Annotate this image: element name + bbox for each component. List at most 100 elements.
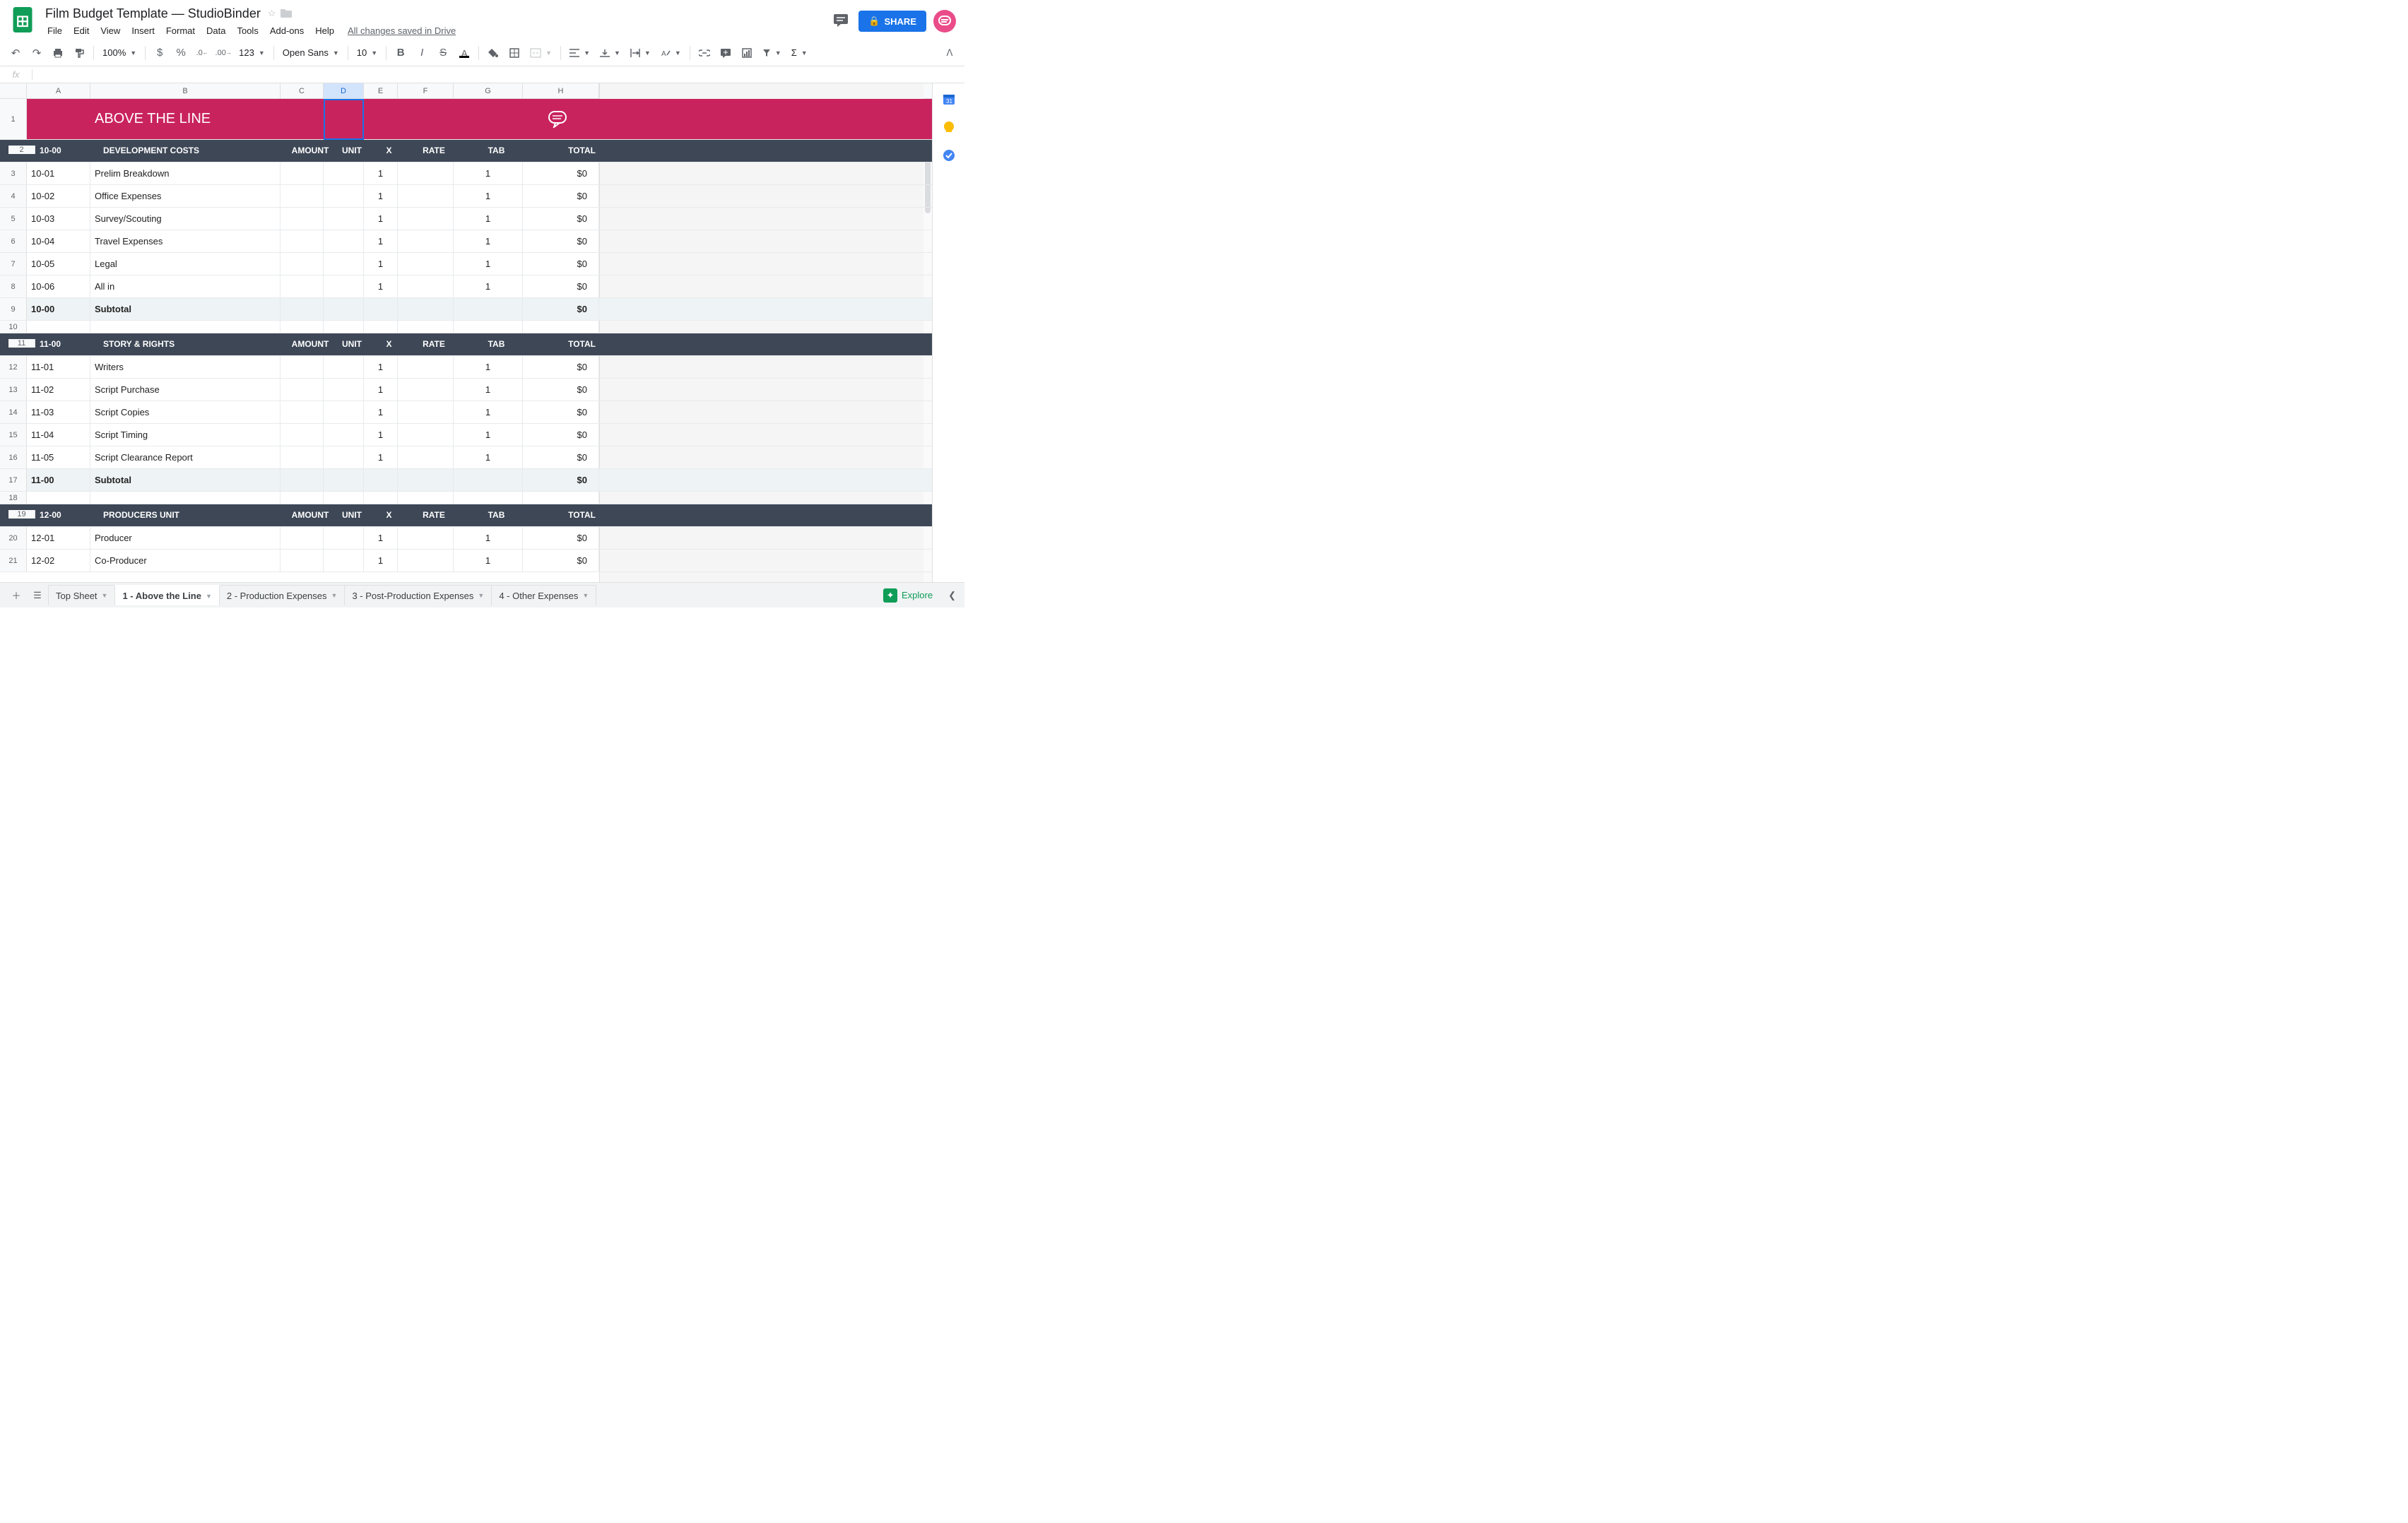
row-header-13[interactable]: 13 xyxy=(0,379,27,401)
cell[interactable]: TAB xyxy=(462,146,531,155)
cell[interactable]: 1 xyxy=(364,162,398,184)
menu-edit[interactable]: Edit xyxy=(69,23,94,39)
row-header-12[interactable]: 12 xyxy=(0,356,27,378)
col-header-H[interactable]: H xyxy=(523,83,599,98)
cell[interactable]: 11-04 xyxy=(27,424,90,446)
cell[interactable]: 1 xyxy=(454,185,523,207)
cell[interactable]: Subtotal xyxy=(90,298,281,320)
cell[interactable] xyxy=(281,424,324,446)
cell[interactable] xyxy=(398,185,454,207)
cell[interactable] xyxy=(324,469,364,491)
sheet-tab[interactable]: 1 - Above the Line▼ xyxy=(114,585,219,605)
cell[interactable] xyxy=(398,162,454,184)
row-header-4[interactable]: 4 xyxy=(0,185,27,207)
cell[interactable] xyxy=(281,356,324,378)
cell[interactable]: $0 xyxy=(523,253,599,275)
cell[interactable]: Prelim Breakdown xyxy=(90,162,281,184)
cell[interactable]: 1 xyxy=(364,401,398,423)
cell[interactable]: 1 xyxy=(364,446,398,468)
col-header-G[interactable]: G xyxy=(454,83,523,98)
cell[interactable]: $0 xyxy=(523,446,599,468)
menu-insert[interactable]: Insert xyxy=(126,23,160,39)
col-header-E[interactable]: E xyxy=(364,83,398,98)
col-header-D[interactable]: D xyxy=(324,83,364,98)
cell[interactable]: TAB xyxy=(462,339,531,349)
cell[interactable]: 1 xyxy=(364,230,398,252)
cell[interactable] xyxy=(281,230,324,252)
cell[interactable] xyxy=(454,321,523,333)
cell[interactable]: STORY & RIGHTS xyxy=(99,339,289,349)
font-size-dropdown[interactable]: 10▼ xyxy=(353,44,382,62)
cell[interactable] xyxy=(27,492,90,504)
account-avatar[interactable] xyxy=(933,10,956,32)
cell[interactable] xyxy=(27,99,90,139)
cell[interactable]: $0 xyxy=(523,208,599,230)
cell[interactable]: 1 xyxy=(364,527,398,549)
row-header-7[interactable]: 7 xyxy=(0,253,27,275)
cell[interactable]: Writers xyxy=(90,356,281,378)
cell[interactable] xyxy=(454,99,523,139)
cell[interactable] xyxy=(398,550,454,571)
menu-help[interactable]: Help xyxy=(310,23,339,39)
cell[interactable] xyxy=(398,275,454,297)
row-header-19[interactable]: 19 xyxy=(8,510,35,518)
cell[interactable]: DEVELOPMENT COSTS xyxy=(99,146,289,155)
functions-button[interactable]: Σ▼ xyxy=(787,44,812,62)
add-sheet-button[interactable]: ＋ xyxy=(6,585,27,606)
text-wrap-button[interactable]: ▼ xyxy=(626,44,655,62)
sheets-logo-icon[interactable] xyxy=(8,6,37,34)
cell[interactable]: $0 xyxy=(523,469,599,491)
row-header-14[interactable]: 14 xyxy=(0,401,27,423)
cell[interactable]: 1 xyxy=(454,550,523,571)
cell[interactable] xyxy=(324,99,364,139)
cell[interactable]: 1 xyxy=(454,230,523,252)
undo-button[interactable]: ↶ xyxy=(6,43,25,63)
cell[interactable]: $0 xyxy=(523,230,599,252)
document-title[interactable]: Film Budget Template — StudioBinder xyxy=(42,6,264,22)
cell[interactable] xyxy=(324,162,364,184)
cell[interactable]: $0 xyxy=(523,275,599,297)
cell[interactable]: 11-05 xyxy=(27,446,90,468)
cell[interactable]: 1 xyxy=(364,253,398,275)
cell[interactable]: 1 xyxy=(454,527,523,549)
cell[interactable] xyxy=(281,162,324,184)
decrease-decimal-button[interactable]: .0← xyxy=(192,43,212,63)
strikethrough-button[interactable]: S xyxy=(433,43,453,63)
cell[interactable] xyxy=(281,527,324,549)
menu-file[interactable]: File xyxy=(42,23,67,39)
insert-link-button[interactable] xyxy=(695,43,714,63)
cell[interactable]: $0 xyxy=(523,298,599,320)
cell[interactable] xyxy=(324,550,364,571)
cell[interactable]: Script Clearance Report xyxy=(90,446,281,468)
cell[interactable]: 10-01 xyxy=(27,162,90,184)
horizontal-align-button[interactable]: ▼ xyxy=(565,44,594,62)
cell[interactable]: $0 xyxy=(523,550,599,571)
share-button[interactable]: 🔒 SHARE xyxy=(858,11,926,32)
cell[interactable]: $0 xyxy=(523,401,599,423)
cell[interactable] xyxy=(398,298,454,320)
cell[interactable]: 11-00 xyxy=(35,339,99,349)
cell[interactable] xyxy=(324,492,364,504)
cell[interactable]: 10-06 xyxy=(27,275,90,297)
calendar-icon[interactable]: 31 xyxy=(942,92,956,106)
col-header-A[interactable]: A xyxy=(27,83,90,98)
row-header-6[interactable]: 6 xyxy=(0,230,27,252)
comment-indicator-icon[interactable] xyxy=(523,99,599,139)
comments-icon[interactable] xyxy=(830,11,851,32)
cell[interactable]: 1 xyxy=(364,275,398,297)
cell[interactable]: 1 xyxy=(364,185,398,207)
cell[interactable] xyxy=(324,321,364,333)
menu-data[interactable]: Data xyxy=(201,23,230,39)
cell[interactable] xyxy=(281,185,324,207)
cell[interactable]: Producer xyxy=(90,527,281,549)
zoom-dropdown[interactable]: 100%▼ xyxy=(98,44,141,62)
cell[interactable] xyxy=(454,298,523,320)
cell[interactable]: 1 xyxy=(454,379,523,401)
row-header-18[interactable]: 18 xyxy=(0,492,27,504)
cell[interactable] xyxy=(281,321,324,333)
cell[interactable] xyxy=(364,492,398,504)
cell[interactable]: 12-02 xyxy=(27,550,90,571)
format-percent-button[interactable]: % xyxy=(171,43,191,63)
cell[interactable]: 1 xyxy=(454,162,523,184)
cell[interactable] xyxy=(398,356,454,378)
